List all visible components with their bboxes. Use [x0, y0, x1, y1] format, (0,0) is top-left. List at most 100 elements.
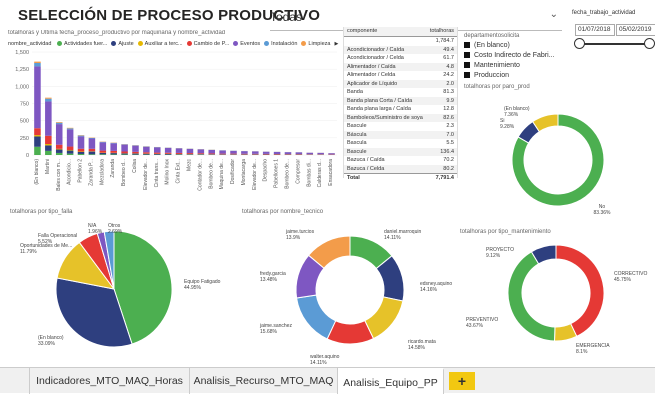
bar-segment — [132, 154, 139, 155]
bar-segment — [67, 154, 74, 155]
table-cell: 12.8 — [443, 105, 454, 114]
bar-segment — [187, 154, 194, 155]
bar-segment — [89, 152, 96, 155]
bar-chart-subtitle: totalhoras y Última fecha_proceso_produc… — [8, 30, 338, 36]
bar-segment — [34, 128, 41, 135]
x-tick-label: Bombeo de... — [285, 159, 291, 189]
bar-segment — [45, 101, 52, 135]
x-tick-label: Cinta Ext... — [176, 159, 182, 183]
bar-segment — [165, 154, 172, 155]
chart-title: totalhoras por nombre_tecnico — [242, 209, 324, 215]
table-row[interactable]: Bascula5.5 — [344, 139, 457, 148]
table-row[interactable]: Báscula7.0 — [344, 131, 457, 140]
table-cell: Bazuca / Caída — [347, 156, 385, 165]
dept-legend-item[interactable]: (En blanco) — [464, 41, 555, 51]
table-row[interactable]: Aplicador de Líquido2.0 — [344, 80, 457, 89]
table-row[interactable]: Bamboleos/Suministro de soya82.6 — [344, 114, 457, 123]
table-row[interactable]: Alimentador / Caída4.8 — [344, 63, 457, 72]
legend-swatch — [111, 41, 116, 46]
chevron-down-icon[interactable]: ⌄ — [550, 9, 558, 20]
legend-item[interactable]: Limpieza — [301, 41, 330, 47]
legend-label: Auxiliar a terc... — [145, 41, 183, 47]
end-date-input[interactable]: 05/02/2019 — [616, 24, 655, 36]
table-row[interactable]: Bazuca / Caída70.2 — [344, 156, 457, 165]
slice-value-label: 2.69% — [108, 229, 123, 235]
dept-legend-item[interactable]: Mantenimiento — [464, 61, 555, 71]
bar-segment — [208, 153, 215, 154]
bar-segment — [78, 152, 85, 154]
table-cell: 81.3 — [443, 88, 454, 97]
bar-segment — [45, 144, 52, 145]
bar-segment — [67, 128, 74, 129]
table-row[interactable]: Bascule136.4 — [344, 148, 457, 157]
x-tick-label: Pabellones 1 — [274, 159, 280, 188]
x-tick-label: Elevador de... — [252, 159, 258, 190]
bar-segment — [78, 136, 85, 148]
pie-slice — [556, 245, 604, 336]
tab-nav-prev[interactable] — [0, 368, 30, 394]
legend-item[interactable]: Eventos — [233, 41, 260, 47]
chart-title: totalhoras por tipo_falla — [10, 209, 73, 215]
table-row[interactable]: Banda plana Corta / Caída9.9 — [344, 97, 457, 106]
date-slider-start-handle[interactable] — [574, 38, 585, 49]
legend-swatch — [187, 41, 192, 46]
bar-segment — [56, 124, 63, 145]
slice-value-label: 14.58% — [408, 345, 426, 351]
table-row[interactable]: Banda plana larga / Caída12.8 — [344, 105, 457, 114]
add-page-button[interactable]: + — [449, 372, 475, 390]
bar-segment — [154, 147, 161, 152]
table-row[interactable]: Acondicionador / Celda61.7 — [344, 54, 457, 63]
bar-segment — [56, 150, 63, 153]
bar-segment — [110, 143, 117, 151]
slice-value-label: 45.75% — [614, 277, 632, 283]
legend-item[interactable]: Cambio de P... — [187, 41, 230, 47]
legend-item[interactable]: Ajuste — [111, 41, 133, 47]
table-row[interactable]: Banda81.3 — [344, 88, 457, 97]
bar-segment — [34, 136, 41, 146]
start-date-input[interactable]: 01/07/2018 — [575, 24, 615, 36]
table-row[interactable]: Bazuca / Celda80.2 — [344, 165, 457, 174]
pie-slice — [508, 252, 555, 341]
column-header[interactable]: totalhoras — [430, 27, 454, 36]
slice-value-label: 14.16% — [420, 287, 438, 293]
filter-value: Todas — [270, 10, 302, 24]
bar-segment — [143, 147, 150, 152]
table-row[interactable]: Bascule2.3 — [344, 122, 457, 131]
table-row[interactable]: Alimentador / Celda24.2 — [344, 71, 457, 80]
legend-item[interactable]: Actividades fuer... — [57, 41, 107, 47]
x-tick-label: Montacarga — [241, 159, 247, 186]
x-tick-label: Cinta trans... — [154, 159, 160, 187]
y-tick-label: 1,500 — [15, 50, 29, 56]
legend-label: Cambio de P... — [194, 41, 230, 47]
paro-prod-donut: totalhoras por paro_prodNo83.36%(En blan… — [462, 80, 655, 220]
tab-indicadores[interactable]: Indicadores_MTO_MAQ_Horas — [30, 368, 190, 394]
proceso-filter-dropdown[interactable]: Todas ⌄ — [270, 10, 562, 28]
table-cell: Bascula — [347, 139, 367, 148]
table-cell: 1,784.7 — [436, 37, 454, 46]
slice-value-label: 13.9% — [286, 235, 301, 241]
table-header[interactable]: componente totalhoras — [344, 27, 457, 37]
table-cell: 4.8 — [446, 63, 454, 72]
bar-segment — [132, 152, 139, 154]
bar-segment — [110, 154, 117, 155]
total-label: Total — [347, 174, 360, 182]
legend-item[interactable]: Auxiliar a terc... — [138, 41, 183, 47]
bar-segment — [110, 143, 117, 144]
slice-value-label: 83.36% — [594, 210, 612, 216]
bar-segment — [263, 154, 270, 155]
x-tick-label: (En blanco) — [34, 159, 40, 185]
date-slider-track[interactable] — [580, 43, 650, 45]
bar-segment — [230, 151, 237, 154]
column-header[interactable]: componente — [347, 27, 377, 36]
dept-label: Costo Indirecto de Fabri... — [474, 52, 555, 59]
table-row[interactable]: Acondicionador / Caída49.4 — [344, 46, 457, 55]
legend-item[interactable]: Instalación — [264, 41, 297, 47]
date-slider-end-handle[interactable] — [644, 38, 655, 49]
bar-segment — [78, 154, 85, 155]
tab-analisis-recurso[interactable]: Analisis_Recurso_MTO_MAQ — [190, 368, 338, 394]
dept-legend-item[interactable]: Costo Indirecto de Fabri... — [464, 51, 555, 61]
tab-analisis-equipo[interactable]: Analisis_Equipo_PP — [338, 368, 444, 394]
x-tick-label: Bombeo d... — [121, 159, 127, 186]
legend-next-icon[interactable]: ▶ — [334, 41, 338, 47]
table-row[interactable]: 1,784.7 — [344, 37, 457, 46]
